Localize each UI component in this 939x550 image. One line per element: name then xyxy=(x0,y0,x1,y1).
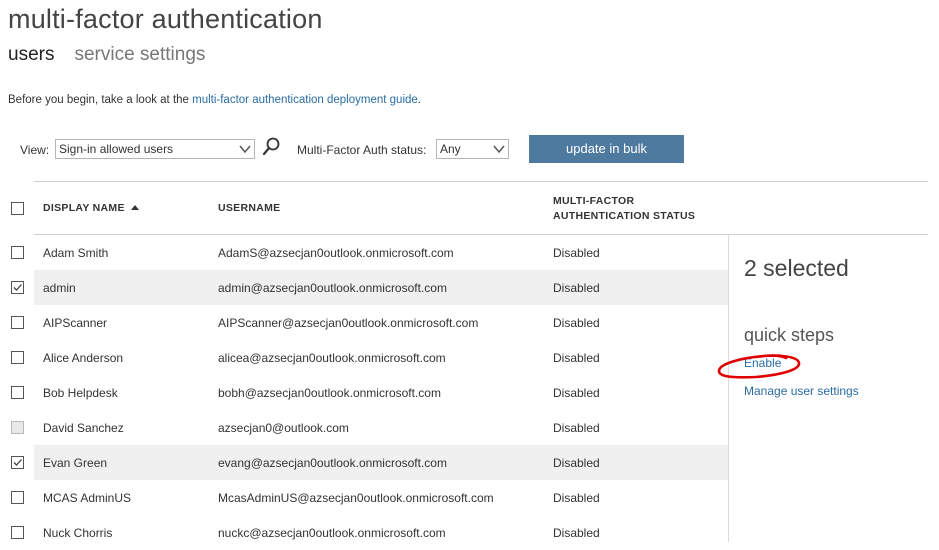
display-name-cell: Nuck Chorris xyxy=(43,526,113,540)
view-dropdown-value: Sign-in allowed users xyxy=(59,142,174,156)
column-header-display-name[interactable]: DISPLAY NAME xyxy=(43,202,139,214)
username-cell: alicea@azsecjan0outlook.onmicrosoft.com xyxy=(218,351,446,365)
chevron-down-icon xyxy=(239,145,251,154)
mfa-status-cell: Disabled xyxy=(553,456,600,470)
mfa-status-cell: Disabled xyxy=(553,421,600,435)
mfa-status-label: Multi-Factor Auth status: xyxy=(297,143,427,157)
update-in-bulk-button[interactable]: update in bulk xyxy=(529,135,684,163)
check-icon xyxy=(13,284,22,291)
mfa-status-cell: Disabled xyxy=(553,526,600,540)
table-top-divider xyxy=(34,181,928,182)
mfa-status-dropdown[interactable]: Any xyxy=(436,139,509,159)
sort-ascending-icon xyxy=(130,205,139,210)
mfa-status-value: Any xyxy=(440,142,461,156)
table-row[interactable]: Evan Green evang@azsecjan0outlook.onmicro… xyxy=(0,445,728,480)
table-row[interactable]: MCAS AdminUS McasAdminUS@azsecjan0outlook… xyxy=(0,480,728,515)
row-checkbox[interactable] xyxy=(11,246,24,259)
check-icon xyxy=(13,459,22,466)
mfa-header-line1: MULTI-FACTOR xyxy=(553,195,635,207)
tab-bar: users service settings xyxy=(8,44,205,66)
tab-service-settings[interactable]: service settings xyxy=(74,44,205,66)
column-header-mfa-status[interactable]: MULTI-FACTOR AUTHENTICATION STATUS xyxy=(553,194,695,224)
display-name-cell: Adam Smith xyxy=(43,246,109,260)
mfa-status-cell: Disabled xyxy=(553,386,600,400)
username-cell: bobh@azsecjan0outlook.onmicrosoft.com xyxy=(218,386,441,400)
display-name-cell: MCAS AdminUS xyxy=(43,491,132,505)
table-row[interactable]: Adam Smith AdamS@azsecjan0outlook.onmicro… xyxy=(0,235,728,270)
display-name-cell: Bob Helpdesk xyxy=(43,386,118,400)
mfa-status-cell: Disabled xyxy=(553,281,600,295)
page-title: multi-factor authentication xyxy=(8,4,323,34)
display-name-header-label: DISPLAY NAME xyxy=(43,202,125,214)
display-name-cell: Alice Anderson xyxy=(43,351,124,365)
display-name-cell: Evan Green xyxy=(43,456,108,470)
table-row[interactable]: David Sanchez azsecjan0@outlook.com Disabl… xyxy=(0,410,728,445)
manage-user-settings-link[interactable]: Manage user settings xyxy=(744,384,859,398)
display-name-cell: AIPScanner xyxy=(43,316,108,330)
tab-users[interactable]: users xyxy=(8,44,54,66)
row-checkbox[interactable] xyxy=(11,351,24,364)
mfa-status-cell: Disabled xyxy=(553,246,600,260)
intro-suffix: . xyxy=(417,94,421,106)
username-cell: nuckc@azsecjan0outlook.onmicrosoft.com xyxy=(218,526,446,540)
view-label: View: xyxy=(20,143,50,157)
mfa-status-cell: Disabled xyxy=(553,351,600,365)
table-row[interactable]: Nuck Chorris nuckc@azsecjan0outlook.onmic… xyxy=(0,515,728,550)
username-cell: azsecjan0@outlook.com xyxy=(218,421,349,435)
username-cell: AIPScanner@azsecjan0outlook.onmicrosoft.… xyxy=(218,316,479,330)
mfa-header-line2: AUTHENTICATION STATUS xyxy=(553,210,696,222)
username-cell: McasAdminUS@azsecjan0outlook.onmicrosoft… xyxy=(218,491,494,505)
view-dropdown[interactable]: Sign-in allowed users xyxy=(55,139,255,159)
row-checkbox[interactable] xyxy=(11,456,24,469)
display-name-cell: admin xyxy=(43,281,76,295)
column-header-username[interactable]: USERNAME xyxy=(218,202,281,214)
intro-text: Before you begin, take a look at the mul… xyxy=(8,94,421,106)
side-panel-divider xyxy=(728,235,729,542)
row-checkbox[interactable] xyxy=(11,491,24,504)
username-cell: admin@azsecjan0outlook.onmicrosoft.com xyxy=(218,281,447,295)
table-row[interactable]: admin admin@azsecjan0outlook.onmicrosoft.… xyxy=(0,270,728,305)
table-row[interactable]: Alice Anderson alicea@azsecjan0outlook.on… xyxy=(0,340,728,375)
row-checkbox xyxy=(11,421,24,434)
chevron-down-icon xyxy=(493,145,505,154)
display-name-cell: David Sanchez xyxy=(43,421,124,435)
table-row[interactable]: Bob Helpdesk bobh@azsecjan0outlook.onmicr… xyxy=(0,375,728,410)
row-checkbox[interactable] xyxy=(11,386,24,399)
search-icon[interactable] xyxy=(262,137,280,157)
username-cell: AdamS@azsecjan0outlook.onmicrosoft.com xyxy=(218,246,454,260)
username-cell: evang@azsecjan0outlook.onmicrosoft.com xyxy=(218,456,447,470)
select-all-checkbox[interactable] xyxy=(11,202,24,215)
quick-steps-title: quick steps xyxy=(744,325,835,345)
row-checkbox[interactable] xyxy=(11,316,24,329)
table-row[interactable]: AIPScanner AIPScanner@azsecjan0outlook.on… xyxy=(0,305,728,340)
mfa-status-cell: Disabled xyxy=(553,491,600,505)
deployment-guide-link[interactable]: multi-factor authentication deployment g… xyxy=(192,94,418,106)
mfa-status-cell: Disabled xyxy=(553,316,600,330)
selected-count: 2 selected xyxy=(744,255,849,281)
row-checkbox[interactable] xyxy=(11,526,24,539)
annotation-circle xyxy=(717,354,801,379)
row-checkbox[interactable] xyxy=(11,281,24,294)
intro-prefix: Before you begin, take a look at the xyxy=(8,94,193,106)
